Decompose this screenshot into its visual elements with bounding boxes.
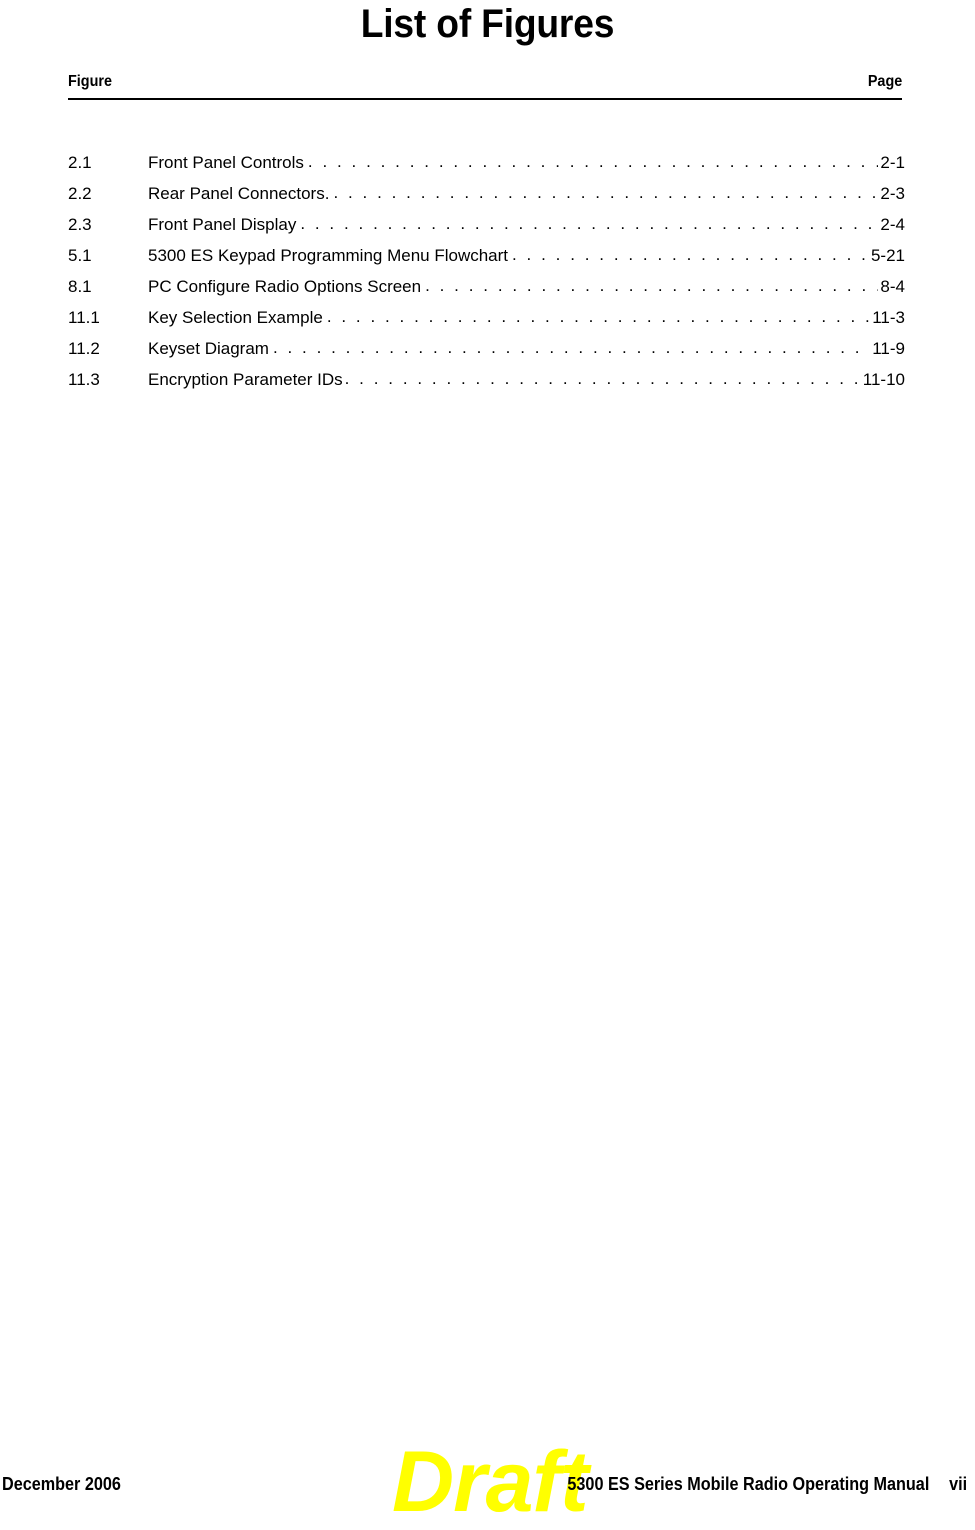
dot-leader: . . . . . . . . . . . . . . . . . . . . … bbox=[425, 276, 878, 295]
figure-number: 11.2 bbox=[68, 339, 100, 358]
figure-number: 5.1 bbox=[68, 246, 92, 265]
footer-date: December 2006 bbox=[2, 1474, 121, 1494]
column-header-page: Page bbox=[867, 73, 902, 90]
figure-page-number: 11-10 bbox=[862, 370, 905, 389]
figure-list-item[interactable]: 11.3 Encryption Parameter IDs. . . . . . … bbox=[68, 364, 905, 395]
figure-page-number: 8-4 bbox=[880, 277, 905, 296]
dot-leader: . . . . . . . . . . . . . . . . . . . . … bbox=[272, 338, 870, 357]
figure-number: 2.1 bbox=[68, 153, 92, 172]
figure-list-item[interactable]: 2.3 Front Panel Display. . . . . . . . . … bbox=[68, 209, 905, 240]
figure-entry-body: Keyset Diagram. . . . . . . . . . . . . … bbox=[148, 333, 905, 364]
figure-entry-body: PC Configure Radio Options Screen. . . .… bbox=[148, 271, 905, 302]
figure-page-number: 11-3 bbox=[872, 308, 905, 327]
figure-title: Front Panel Display bbox=[148, 215, 297, 234]
figure-number: 11.1 bbox=[68, 308, 100, 327]
footer-page-number: vii bbox=[948, 1474, 967, 1494]
figure-number: 2.3 bbox=[68, 215, 92, 234]
figure-page-number: 2-3 bbox=[880, 184, 905, 203]
figure-number: 2.2 bbox=[68, 184, 92, 203]
figure-page-number: 2-4 bbox=[880, 215, 905, 234]
figure-list-item[interactable]: 2.1 Front Panel Controls. . . . . . . . .… bbox=[68, 147, 905, 178]
dot-leader: . . . . . . . . . . . . . . . . . . . . … bbox=[326, 307, 870, 326]
figure-list-item[interactable]: 5.1 5300 ES Keypad Programming Menu Flowc… bbox=[68, 240, 905, 271]
figure-title: Key Selection Example bbox=[148, 308, 323, 327]
dot-leader: . . . . . . . . . . . . . . . . . . . . … bbox=[333, 183, 879, 202]
column-header-figure: Figure bbox=[68, 73, 113, 90]
figure-list: 2.1 Front Panel Controls. . . . . . . . .… bbox=[68, 147, 905, 395]
page-footer: Draft December 2006 5300 ES Series Mobil… bbox=[0, 1419, 975, 1525]
dot-leader: . . . . . . . . . . . . . . . . . . . . … bbox=[344, 369, 861, 388]
figure-title: Rear Panel Connectors. bbox=[148, 184, 330, 203]
header-divider-rule bbox=[68, 98, 902, 100]
page-title: List of Figures bbox=[360, 2, 615, 46]
figure-entry-body: Encryption Parameter IDs. . . . . . . . … bbox=[148, 364, 905, 395]
dot-leader: . . . . . . . . . . . . . . . . . . . . … bbox=[300, 214, 878, 233]
figure-entry-body: Front Panel Controls. . . . . . . . . . … bbox=[148, 147, 905, 178]
footer-manual-title: 5300 ES Series Mobile Radio Operating Ma… bbox=[567, 1474, 930, 1494]
footer-manual-info: 5300 ES Series Mobile Radio Operating Ma… bbox=[567, 1473, 967, 1495]
list-column-headers: Figure Page bbox=[68, 72, 902, 96]
draft-watermark: Draft bbox=[392, 1434, 589, 1530]
figure-page-number: 11-9 bbox=[872, 339, 905, 358]
figure-list-item[interactable]: 11.1 Key Selection Example. . . . . . . .… bbox=[68, 302, 905, 333]
figure-entry-body: Rear Panel Connectors.. . . . . . . . . … bbox=[148, 178, 905, 209]
figure-number: 11.3 bbox=[68, 370, 100, 389]
figure-title: Keyset Diagram bbox=[148, 339, 269, 358]
figure-entry-body: Front Panel Display. . . . . . . . . . .… bbox=[148, 209, 905, 240]
figure-entry-body: 5300 ES Keypad Programming Menu Flowchar… bbox=[148, 240, 905, 271]
dot-leader: . . . . . . . . . . . . . . . . . . . . … bbox=[307, 152, 879, 171]
figure-title: 5300 ES Keypad Programming Menu Flowchar… bbox=[148, 246, 509, 265]
figure-list-item[interactable]: 8.1 PC Configure Radio Options Screen. . … bbox=[68, 271, 905, 302]
figure-entry-body: Key Selection Example. . . . . . . . . .… bbox=[148, 302, 905, 333]
figure-title: PC Configure Radio Options Screen bbox=[148, 277, 422, 296]
figure-title: Encryption Parameter IDs bbox=[148, 370, 343, 389]
dot-leader: . . . . . . . . . . . . . . . . . . . . … bbox=[512, 245, 869, 264]
figure-page-number: 2-1 bbox=[880, 153, 905, 172]
figure-number: 8.1 bbox=[68, 277, 92, 296]
figure-title: Front Panel Controls bbox=[148, 153, 304, 172]
figure-page-number: 5-21 bbox=[870, 246, 905, 265]
figure-list-item[interactable]: 2.2 Rear Panel Connectors.. . . . . . . .… bbox=[68, 178, 905, 209]
figure-list-item[interactable]: 11.2 Keyset Diagram. . . . . . . . . . . … bbox=[68, 333, 905, 364]
